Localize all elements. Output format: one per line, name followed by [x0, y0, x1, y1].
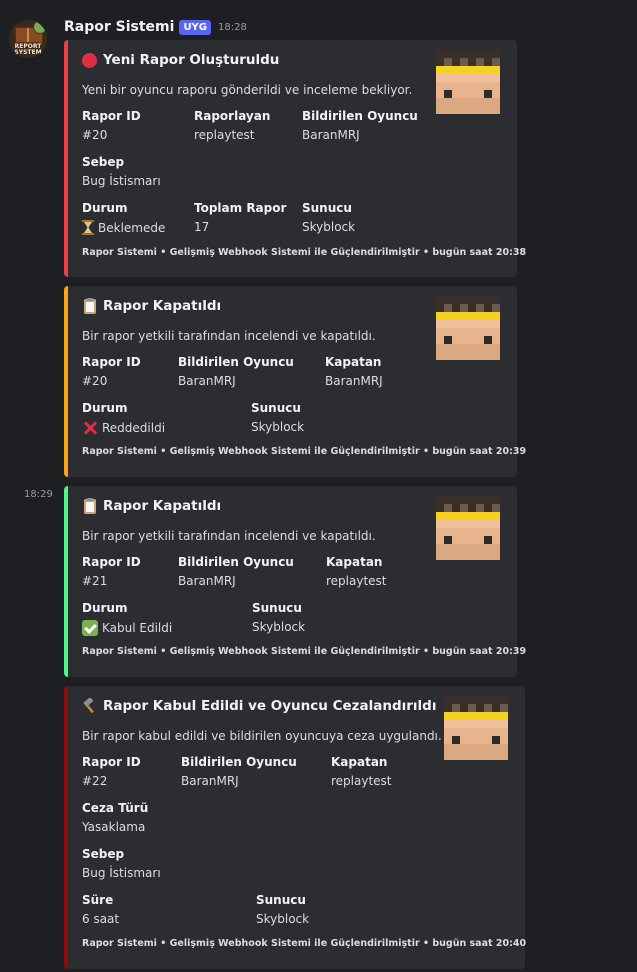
field-status: Durum Kabul Edildi [82, 601, 173, 636]
field-total-reports: Toplam Rapor 17 [194, 201, 287, 234]
avatar-text-line-2: SYSTEM [14, 49, 42, 56]
embed-report-punished: Rapor Kabul Edildi ve Oyuncu Cezalandırı… [64, 686, 527, 969]
app-tag-badge: UYG [179, 19, 212, 35]
clipboard-icon [82, 498, 98, 514]
field-penalty-type: Ceza Türü Yasaklama [82, 801, 149, 834]
check-mark-icon [82, 620, 98, 636]
creeper-badge-icon [33, 20, 47, 34]
cross-mark-icon [82, 420, 98, 436]
embed-report-closed-accepted: Rapor Kapatıldı Bir rapor yetkili tarafı… [64, 486, 526, 677]
hourglass-icon [82, 220, 94, 235]
bot-username[interactable]: Rapor Sistemi [64, 19, 174, 35]
field-server: Sunucu Skyblock [251, 401, 305, 434]
embed-new-report: Yeni Rapor Oluşturuldu Yeni bir oyuncu r… [64, 40, 526, 277]
field-reported-player: Bildirilen Oyuncu BaranMRJ [302, 109, 418, 142]
field-server: Sunucu Skyblock [256, 893, 310, 926]
field-report-id: Rapor ID #22 [82, 755, 141, 788]
embed-title: Rapor Kapatıldı [82, 498, 221, 514]
field-closed-by: Kapatan replaytest [326, 555, 387, 588]
field-reason: Sebep Bug İstismarı [82, 155, 161, 188]
embed-title: Rapor Kapatıldı [82, 298, 221, 314]
embed-title: Yeni Rapor Oluşturuldu [82, 52, 279, 68]
field-closed-by: Kapatan BaranMRJ [325, 355, 383, 388]
field-server: Sunucu Skyblock [302, 201, 356, 234]
embed-description: Bir rapor kabul edildi ve bildirilen oyu… [82, 729, 442, 743]
field-reporter: Raporlayan replaytest [194, 109, 271, 142]
field-report-id: Rapor ID #21 [82, 555, 141, 588]
field-reported-player: Bildirilen Oyuncu BaranMRJ [178, 555, 294, 588]
field-reported-player: Bildirilen Oyuncu BaranMRJ [181, 755, 297, 788]
embed-description: Bir rapor yetkili tarafından incelendi v… [82, 529, 376, 543]
field-status: Durum Reddedildi [82, 401, 166, 436]
embed-description: Yeni bir oyuncu raporu gönderildi ve inc… [82, 83, 413, 97]
embed-report-closed-rejected: Rapor Kapatıldı Bir rapor yetkili tarafı… [64, 286, 526, 477]
field-reason: Sebep Bug İstismarı [82, 847, 161, 880]
field-server: Sunucu Skyblock [252, 601, 306, 634]
embed-footer: Rapor Sistemi • Gelişmiş Webhook Sistemi… [82, 938, 527, 949]
hammer-icon [82, 698, 98, 714]
field-closed-by: Kapatan replaytest [331, 755, 392, 788]
embed-footer: Rapor Sistemi • Gelişmiş Webhook Sistemi… [82, 446, 527, 457]
message-header: Rapor Sistemi UYG 18:28 [64, 17, 247, 37]
field-report-id: Rapor ID #20 [82, 109, 141, 142]
field-reported-player: Bildirilen Oyuncu BaranMRJ [178, 355, 294, 388]
field-report-id: Rapor ID #20 [82, 355, 141, 388]
embed-title: Rapor Kabul Edildi ve Oyuncu Cezalandırı… [82, 698, 436, 714]
embed-description: Bir rapor yetkili tarafından incelendi v… [82, 329, 376, 343]
player-head-thumbnail[interactable] [444, 696, 508, 760]
player-head-thumbnail[interactable] [436, 296, 500, 360]
red-circle-icon [82, 52, 98, 68]
player-head-thumbnail[interactable] [436, 496, 500, 560]
player-head-thumbnail[interactable] [436, 50, 500, 114]
message-timestamp[interactable]: 18:28 [218, 22, 247, 33]
bot-avatar[interactable]: REPORT SYSTEM [9, 20, 47, 58]
embed-footer: Rapor Sistemi • Gelişmiş Webhook Sistemi… [82, 646, 527, 657]
field-duration: Süre 6 saat [82, 893, 120, 926]
embed-footer: Rapor Sistemi • Gelişmiş Webhook Sistemi… [82, 247, 527, 258]
clipboard-icon [82, 298, 98, 314]
hover-timestamp[interactable]: 18:29 [24, 489, 53, 500]
field-status: Durum Beklemede [82, 201, 166, 235]
